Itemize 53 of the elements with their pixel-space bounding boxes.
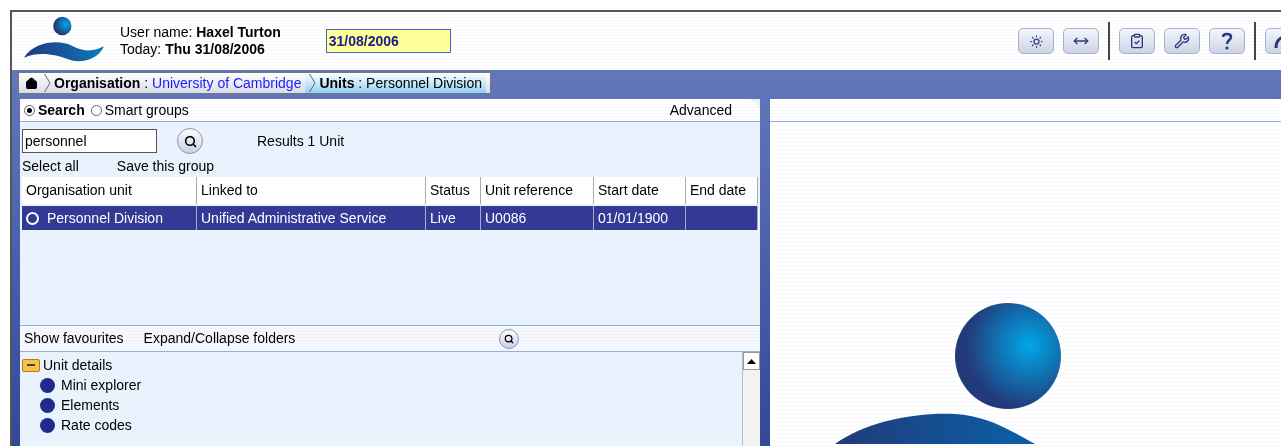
user-name-text: User name: Haxel Turton — [120, 24, 281, 41]
search-mode-radio[interactable]: Search — [24, 99, 85, 121]
table-cell-text: U0086 — [485, 208, 527, 228]
tree-item[interactable]: Elements — [61, 394, 120, 416]
clipboard-button[interactable] — [1119, 28, 1155, 54]
column-header[interactable]: End date — [686, 177, 758, 204]
bullet-icon — [40, 417, 55, 433]
chevron-icon — [44, 74, 51, 92]
search-button[interactable] — [499, 328, 520, 349]
settings-icon — [1028, 33, 1044, 49]
search-icon — [183, 134, 197, 148]
question-mark-icon — [1221, 32, 1233, 50]
breadcrumb-item[interactable]: Organisation : University of Cambridge — [40, 73, 306, 93]
tree-folder[interactable]: Unit details — [22, 355, 742, 375]
folder-icon — [22, 358, 40, 372]
today-text: Today: Thu 31/08/2006 — [120, 41, 266, 58]
tools-button[interactable] — [1164, 28, 1200, 54]
tree-item[interactable]: Rate codes — [61, 414, 132, 436]
column-header[interactable]: Status — [426, 177, 481, 204]
settings-button[interactable] — [1018, 28, 1054, 54]
expand-collapse-link[interactable]: Expand/Collapse folders — [143, 328, 296, 349]
search-mode-radio[interactable]: Smart groups — [90, 99, 189, 121]
column-header[interactable]: Organisation unit — [22, 177, 197, 204]
scroll-up-button[interactable] — [743, 352, 760, 370]
column-header[interactable]: Linked to — [197, 177, 426, 204]
column-header[interactable]: Unit reference — [481, 177, 594, 204]
up-arrow-icon — [747, 358, 756, 364]
column-header[interactable]: Start date — [594, 177, 686, 204]
show-favourites-link[interactable]: Show favourites — [24, 328, 124, 349]
results-text: Results 1 Unit — [257, 131, 345, 151]
help-button[interactable] — [1209, 28, 1245, 54]
scrollbar[interactable] — [742, 352, 760, 446]
search-icon — [504, 333, 515, 344]
clipboard-check-icon — [1129, 33, 1145, 49]
resize-button[interactable] — [1063, 28, 1099, 54]
bullet-icon — [40, 377, 55, 393]
advanced-link[interactable]: Advanced — [669, 99, 732, 121]
search-field[interactable]: personnel — [22, 129, 157, 153]
search-button[interactable] — [177, 128, 203, 154]
table-row[interactable]: Personnel Division Unified Administrative Service Live U0086 01/01/1900 — [22, 206, 758, 230]
bullet-icon — [40, 397, 55, 413]
action-link[interactable]: Select all — [22, 155, 79, 177]
table-cell-text: Personnel Division — [47, 208, 163, 228]
table-cell-text: Live — [430, 208, 456, 228]
action-link[interactable]: Save this group — [116, 155, 215, 177]
wrench-icon — [1174, 33, 1190, 49]
tree-item[interactable]: Mini explorer — [61, 374, 142, 396]
home-icon — [25, 76, 38, 90]
date-field[interactable]: 31/08/2006 — [325, 29, 451, 53]
breadcrumb-item[interactable]: Units : Personnel Division — [305, 73, 487, 93]
chevron-icon — [309, 74, 317, 92]
table-cell-text: Unified Administrative Service — [201, 208, 387, 228]
table-cell-text: 01/01/1900 — [598, 208, 669, 228]
